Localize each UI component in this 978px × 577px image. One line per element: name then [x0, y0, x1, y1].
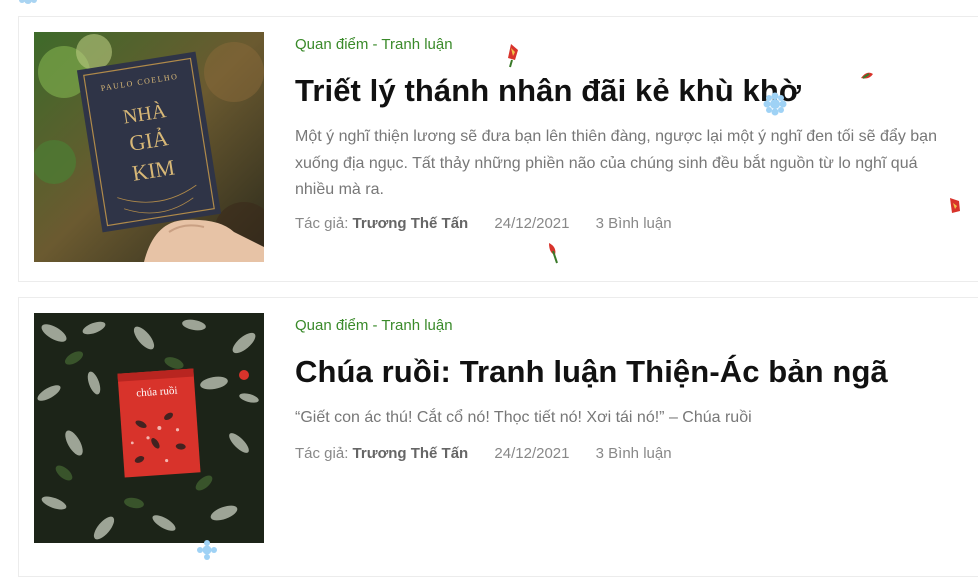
post-excerpt: Một ý nghĩ thiện lương sẽ đưa bạn lên th… — [295, 128, 937, 198]
comment-count-link[interactable]: 3 Bình luận — [596, 445, 672, 462]
post-card: PAULO COELHO NHÀ GIẢ KIM Quan điểm - Tra… — [18, 16, 978, 282]
post-date: 24/12/2021 — [494, 215, 570, 232]
author-label: Tác giả: — [295, 215, 349, 232]
snowflake-icon — [19, 0, 37, 4]
post-title[interactable]: Triết lý thánh nhân đãi kẻ khù khờ — [295, 73, 801, 109]
post-title[interactable]: Chúa ruồi: Tranh luận Thiện-Ác bản ngã — [295, 354, 888, 390]
post-category-link[interactable]: Quan điểm - Tranh luận — [295, 36, 453, 53]
flower-petal-icon — [950, 198, 960, 213]
flower-petal-icon — [861, 72, 873, 79]
author-name[interactable]: Trương Thế Tấn — [353, 215, 469, 232]
post-thumbnail[interactable]: PAULO COELHO NHÀ GIẢ KIM — [34, 32, 264, 262]
comment-count-link[interactable]: 3 Bình luận — [596, 215, 672, 232]
snowflake-icon — [197, 540, 217, 560]
post-card: chúa ruồi Quan điểm - Tranh luận Chúa ru… — [18, 297, 978, 577]
post-meta: Tác giả: Trương Thế Tấn 24/12/2021 3 Bìn… — [295, 215, 672, 232]
post-date: 24/12/2021 — [494, 445, 570, 462]
post-excerpt: “Giết con ác thú! Cắt cổ nó! Thọc tiết n… — [295, 409, 752, 426]
flower-petal-icon — [549, 243, 558, 264]
flower-petal-icon — [508, 44, 518, 68]
author-name[interactable]: Trương Thế Tấn — [353, 445, 469, 462]
snowflake-icon — [763, 92, 787, 116]
post-category-link[interactable]: Quan điểm - Tranh luận — [295, 317, 453, 334]
author-label: Tác giả: — [295, 445, 349, 462]
post-thumbnail[interactable]: chúa ruồi — [34, 313, 264, 543]
post-meta: Tác giả: Trương Thế Tấn 24/12/2021 3 Bìn… — [295, 445, 672, 462]
